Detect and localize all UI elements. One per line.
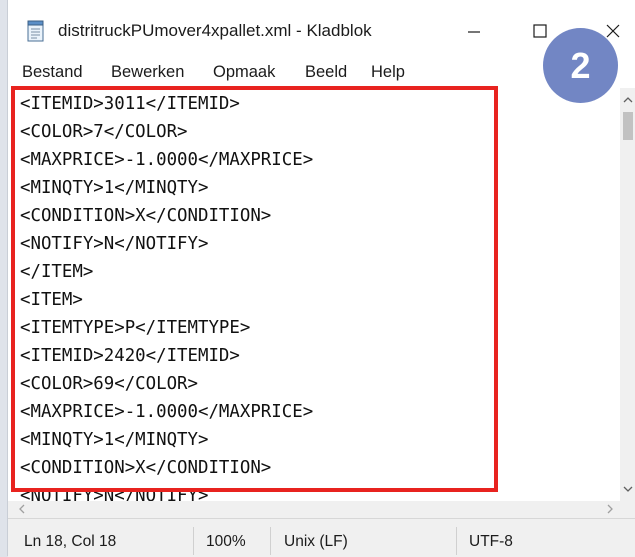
editor-line: <NOTIFY>N</NOTIFY> xyxy=(20,234,209,254)
text-editor[interactable]: <ITEMID>3011</ITEMID> <COLOR>7</COLOR> <… xyxy=(8,88,620,501)
editor-line: <ITEMTYPE>P</ITEMTYPE> xyxy=(20,318,251,338)
step-badge: 2 xyxy=(543,28,618,103)
editor-line: </ITEM> xyxy=(20,262,94,282)
zoom-level: 100% xyxy=(206,533,246,550)
status-bar: Ln 18, Col 18 100% Unix (LF) UTF-8 xyxy=(8,518,635,557)
editor-line: <ITEM> xyxy=(20,290,83,310)
notepad-icon xyxy=(26,20,46,42)
menu-bestand[interactable]: Bestand xyxy=(22,63,83,82)
window-title: distritruckPUmover4xpallet.xml - Kladblo… xyxy=(58,21,372,40)
editor-line: <ITEMID>2420</ITEMID> xyxy=(20,346,240,366)
editor-line: <COLOR>69</COLOR> xyxy=(20,374,198,394)
status-divider xyxy=(270,527,271,555)
minimize-button[interactable] xyxy=(454,14,494,48)
editor-line: <NOTIFY>N</NOTIFY> xyxy=(20,486,209,501)
editor-line: <CONDITION>X</CONDITION> xyxy=(20,458,272,478)
editor-line: <CONDITION>X</CONDITION> xyxy=(20,206,272,226)
notepad-window: distritruckPUmover4xpallet.xml - Kladblo… xyxy=(7,0,635,557)
scroll-left-arrow-icon[interactable] xyxy=(14,501,30,517)
scroll-up-arrow-icon[interactable] xyxy=(620,92,635,108)
editor-line: <MAXPRICE>-1.0000</MAXPRICE> xyxy=(20,150,314,170)
cursor-position: Ln 18, Col 18 xyxy=(24,533,117,550)
horizontal-scrollbar[interactable] xyxy=(8,501,635,518)
minimize-icon xyxy=(468,31,480,33)
scrollbar-thumb[interactable] xyxy=(623,112,633,140)
encoding: UTF-8 xyxy=(469,533,513,550)
menu-help[interactable]: Help xyxy=(371,63,405,82)
title-bar[interactable]: distritruckPUmover4xpallet.xml - Kladblo… xyxy=(8,0,635,56)
scroll-down-arrow-icon[interactable] xyxy=(620,481,635,497)
menu-opmaak[interactable]: Opmaak xyxy=(213,63,275,82)
editor-line: <MINQTY>1</MINQTY> xyxy=(20,430,209,450)
scroll-right-arrow-icon[interactable] xyxy=(602,501,618,517)
editor-line: <MAXPRICE>-1.0000</MAXPRICE> xyxy=(20,402,314,422)
vertical-scrollbar[interactable] xyxy=(620,88,635,501)
menu-bar: Bestand Bewerken Opmaak Beeld Help xyxy=(8,56,635,88)
menu-beeld[interactable]: Beeld xyxy=(305,63,347,82)
editor-line: <COLOR>7</COLOR> xyxy=(20,122,188,142)
editor-line: <ITEMID>3011</ITEMID> xyxy=(20,94,240,114)
status-divider xyxy=(193,527,194,555)
line-ending: Unix (LF) xyxy=(284,533,348,550)
editor-line: <MINQTY>1</MINQTY> xyxy=(20,178,209,198)
status-divider xyxy=(456,527,457,555)
menu-bewerken[interactable]: Bewerken xyxy=(111,63,184,82)
